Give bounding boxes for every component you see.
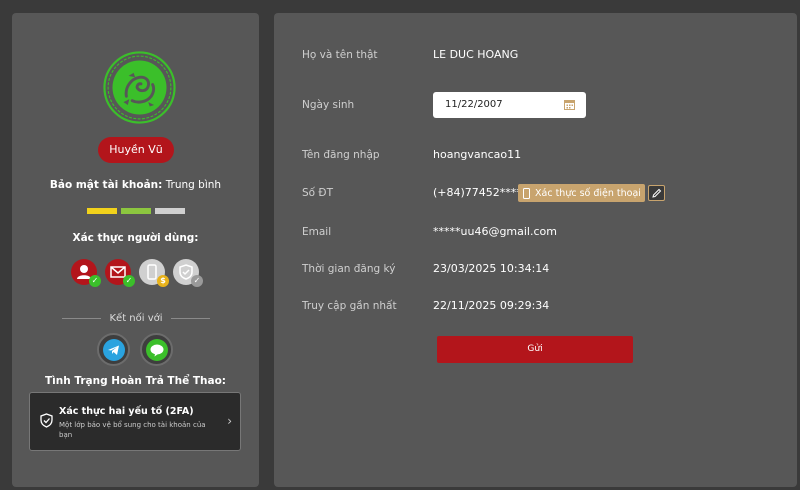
phone-value: (+84)77452**** [433,186,522,199]
user-verify-icon[interactable]: ✓ [71,259,101,287]
email-verify-icon[interactable]: ✓ [105,259,135,287]
connect-label: Kết nối với [109,313,163,324]
security-label: Bảo mật tài khoản: [49,179,163,191]
security-level: Trung bình [165,179,222,191]
check-icon: ✓ [123,275,135,287]
twofa-card[interactable]: Xác thực hai yếu tố (2FA) Một lớp bảo vệ… [29,392,241,451]
dob-input[interactable]: 11/22/2007 [433,92,586,118]
line-button[interactable] [140,333,173,366]
strength-bar-2 [121,208,151,214]
divider-line [170,318,211,319]
phone-icon [523,187,530,199]
verify-phone-label: Xác thực số điện thoại [535,187,641,199]
email-label: Email [302,226,332,238]
account-details-panel: Họ và tên thật LE DUC HOANG Ngày sinh 11… [274,13,797,487]
sport-rebate-title: Tình Trạng Hoàn Trả Thể Thao: [45,375,226,387]
fullname-label: Họ và tên thật [302,49,378,61]
strength-bar-3 [155,208,185,214]
dob-label: Ngày sinh [302,99,355,111]
divider-line [62,318,102,319]
line-icon [145,338,168,361]
edit-phone-button[interactable] [648,185,665,201]
security-strength-bars [87,208,185,214]
last-access-label: Truy cập gần nhất [302,300,397,312]
last-access-value: 22/11/2025 09:29:34 [433,299,550,312]
check-icon: ✓ [89,275,101,287]
chevron-right-icon: › [227,414,232,428]
dragon-logo-icon [103,51,176,124]
pencil-icon [651,188,661,198]
dob-value: 11/22/2007 [445,99,503,110]
username-badge: Huyền Vũ [98,137,174,163]
submit-button[interactable]: Gửi [437,336,633,363]
shield-verify-icon[interactable]: ✓ [173,259,203,287]
fullname-value: LE DUC HOANG [433,48,519,61]
account-security: Bảo mật tài khoản: Trung bình [12,179,259,191]
verify-phone-button[interactable]: Xác thực số điện thoại [518,184,645,202]
phone-verify-icon[interactable]: $ [139,259,169,287]
email-value: *****uu46@gmail.com [433,225,557,238]
twofa-title: Xác thực hai yếu tố (2FA) [59,406,194,417]
social-connections [97,333,173,366]
check-icon: ✓ [191,275,203,287]
strength-bar-1 [87,208,117,214]
phone-label: Số ĐT [302,187,333,199]
calendar-icon[interactable] [564,99,575,110]
username-value: hoangvancao11 [433,148,522,161]
telegram-icon [102,338,125,361]
username-label: Tên đăng nhập [302,149,380,161]
user-verification-title: Xác thực người dùng: [72,232,199,244]
register-time-value: 23/03/2025 10:34:14 [433,262,550,275]
profile-panel: Huyền Vũ Bảo mật tài khoản: Trung bình X… [12,13,259,487]
verification-icons: ✓ ✓ $ ✓ [71,259,203,287]
connect-with-divider: Kết nối với [62,313,211,324]
register-time-label: Thời gian đăng ký [302,263,396,275]
twofa-description: Một lớp bảo vệ bổ sung cho tài khoản của… [59,421,206,439]
pending-icon: $ [157,275,169,287]
telegram-button[interactable] [97,333,130,366]
shield-check-icon [40,413,53,428]
